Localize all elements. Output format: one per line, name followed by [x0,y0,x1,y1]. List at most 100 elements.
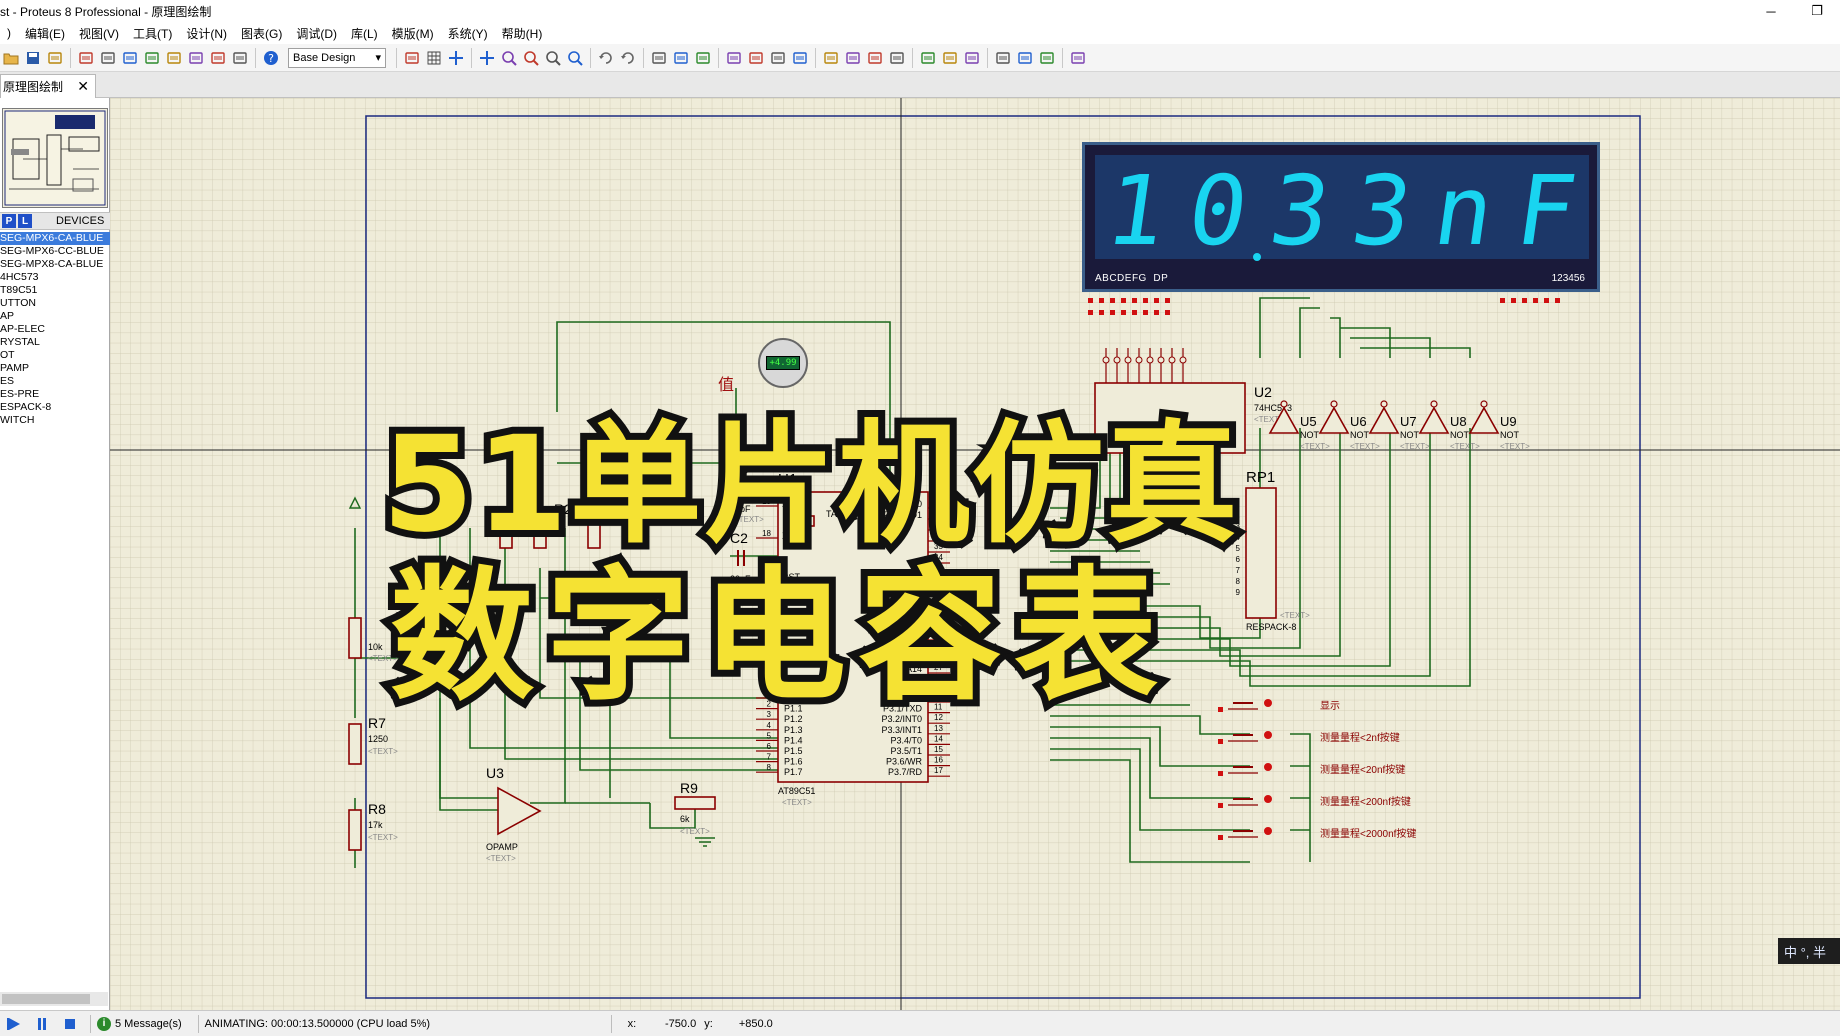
new-sheet-icon[interactable] [993,48,1013,68]
stop-button[interactable] [56,1013,84,1035]
block-move-icon[interactable] [746,48,766,68]
project-notes-icon[interactable] [230,48,250,68]
crystal-oscillator[interactable] [793,515,815,527]
paste-icon[interactable] [693,48,713,68]
menu-item[interactable]: 库(L) [344,25,385,42]
device-list-item[interactable]: T89C51 [0,284,110,297]
remove-sheet-icon[interactable] [1015,48,1035,68]
message-count[interactable]: 5 Message(s) [115,1018,182,1030]
3d-view-icon[interactable] [164,48,184,68]
device-list-scrollbar[interactable] [0,992,108,1006]
gerber-icon[interactable] [142,48,162,68]
device-list-item[interactable]: UTTON [0,297,110,310]
ime-indicator[interactable]: 中 °, 半 [1778,938,1840,964]
device-list-item[interactable]: AP [0,310,110,323]
grid-icon[interactable] [424,48,444,68]
r1-resistor[interactable] [499,507,513,549]
help-icon[interactable]: ? [261,48,281,68]
r-10k-resistor[interactable] [348,617,362,659]
menu-item[interactable]: 调试(D) [289,25,344,42]
import-icon[interactable] [45,48,65,68]
pcb-icon[interactable] [120,48,140,68]
r7-resistor[interactable] [348,723,362,765]
copy-icon[interactable] [671,48,691,68]
pick-parts-icon[interactable] [821,48,841,68]
cut-icon[interactable] [649,48,669,68]
menu-item[interactable]: 模版(M) [385,25,441,42]
schematic-canvas[interactable]: U1 AT89C51 XTAL1 XTAL2 RST PSEN ALE EA P1.0 P1.1 P… [110,98,1840,1010]
u1-pin-number: 1 [767,689,772,698]
play-button[interactable] [0,1013,28,1035]
menu-item[interactable]: 工具(T) [126,25,179,42]
u1-port0-pin-name: P0.1/AD1 [883,510,922,520]
open-folder-icon[interactable] [1,48,21,68]
netlist-icon[interactable] [1068,48,1088,68]
zoom-out-icon[interactable] [521,48,541,68]
device-list-item[interactable]: ES [0,375,110,388]
pause-button[interactable] [28,1013,56,1035]
decompose-icon[interactable] [887,48,907,68]
minimize-button[interactable]: ─ [1748,0,1794,22]
schematic-icon[interactable] [98,48,118,68]
device-list-item[interactable]: PAMP [0,362,110,375]
exit-to-parent-icon[interactable] [1037,48,1057,68]
display-digit: 3 [1345,155,1419,267]
device-list-item[interactable]: RYSTAL [0,336,110,349]
menu-item[interactable]: 视图(V) [72,25,126,42]
save-icon[interactable] [23,48,43,68]
device-list-item[interactable]: ES-PRE [0,388,110,401]
menu-item[interactable]: 系统(Y) [441,25,495,42]
device-list-item[interactable]: SEG-MPX6-CC-BLUE [0,245,110,258]
u2-latch[interactable] [1094,382,1246,454]
rp1-resistor-pack[interactable] [1245,487,1277,619]
make-device-icon[interactable] [843,48,863,68]
voltmeter[interactable]: +4.99 [758,338,808,388]
menu-item[interactable]: 设计(N) [179,25,234,42]
menu-item[interactable]: 帮助(H) [495,25,550,42]
wire-autorouter-icon[interactable] [918,48,938,68]
r9-resistor[interactable] [674,796,716,810]
origin-icon[interactable] [446,48,466,68]
package-tool-icon[interactable] [865,48,885,68]
block-rotate-icon[interactable] [768,48,788,68]
device-list-item[interactable]: ESPACK-8 [0,401,110,414]
library-button[interactable]: L [18,214,32,228]
r2-resistor[interactable] [533,507,547,549]
zoom-area-icon[interactable] [565,48,585,68]
bom-icon[interactable] [186,48,206,68]
search-icon[interactable] [940,48,960,68]
device-list-item[interactable]: OT [0,349,110,362]
device-list-item[interactable]: SEG-MPX6-CA-BLUE [0,232,110,245]
device-list-item[interactable]: WITCH [0,414,110,427]
restore-button[interactable]: ❐ [1794,0,1840,22]
design-variant-select[interactable]: Base Design ▾ [288,47,386,68]
menu-left-stub[interactable]: ) [0,26,18,40]
zoom-all-icon[interactable] [543,48,563,68]
device-list-item[interactable]: SEG-MPX8-CA-BLUE [0,258,110,271]
schematic-icon-glyph [101,51,115,64]
u1-pin-number: 19 [762,497,771,506]
device-list-item[interactable]: AP-ELEC [0,323,110,336]
close-icon[interactable]: ✕ [77,78,89,95]
pan-icon[interactable] [477,48,497,68]
r8-resistor[interactable] [348,809,362,851]
display-digit: 1 [1099,155,1173,267]
pick-devices-button[interactable]: P [2,214,16,228]
zoom-in-icon[interactable] [499,48,519,68]
redo-icon[interactable] [618,48,638,68]
tab-schematic-capture[interactable]: 原理图绘制 ✕ [0,74,96,98]
block-copy-icon[interactable] [724,48,744,68]
block-delete-icon[interactable] [790,48,810,68]
property-tool-icon[interactable] [962,48,982,68]
scrollbar-thumb[interactable] [2,994,90,1004]
device-list-item[interactable]: 4HC573 [0,271,110,284]
not-gate-bubble [1330,400,1338,408]
home-icon[interactable] [76,48,96,68]
r3-resistor[interactable] [587,507,601,549]
menu-item[interactable]: 图表(G) [234,25,289,42]
refresh-icon[interactable] [402,48,422,68]
design-notes-icon[interactable] [208,48,228,68]
undo-icon[interactable] [596,48,616,68]
overview-window[interactable] [2,108,108,208]
menu-item[interactable]: 编辑(E) [18,25,72,42]
